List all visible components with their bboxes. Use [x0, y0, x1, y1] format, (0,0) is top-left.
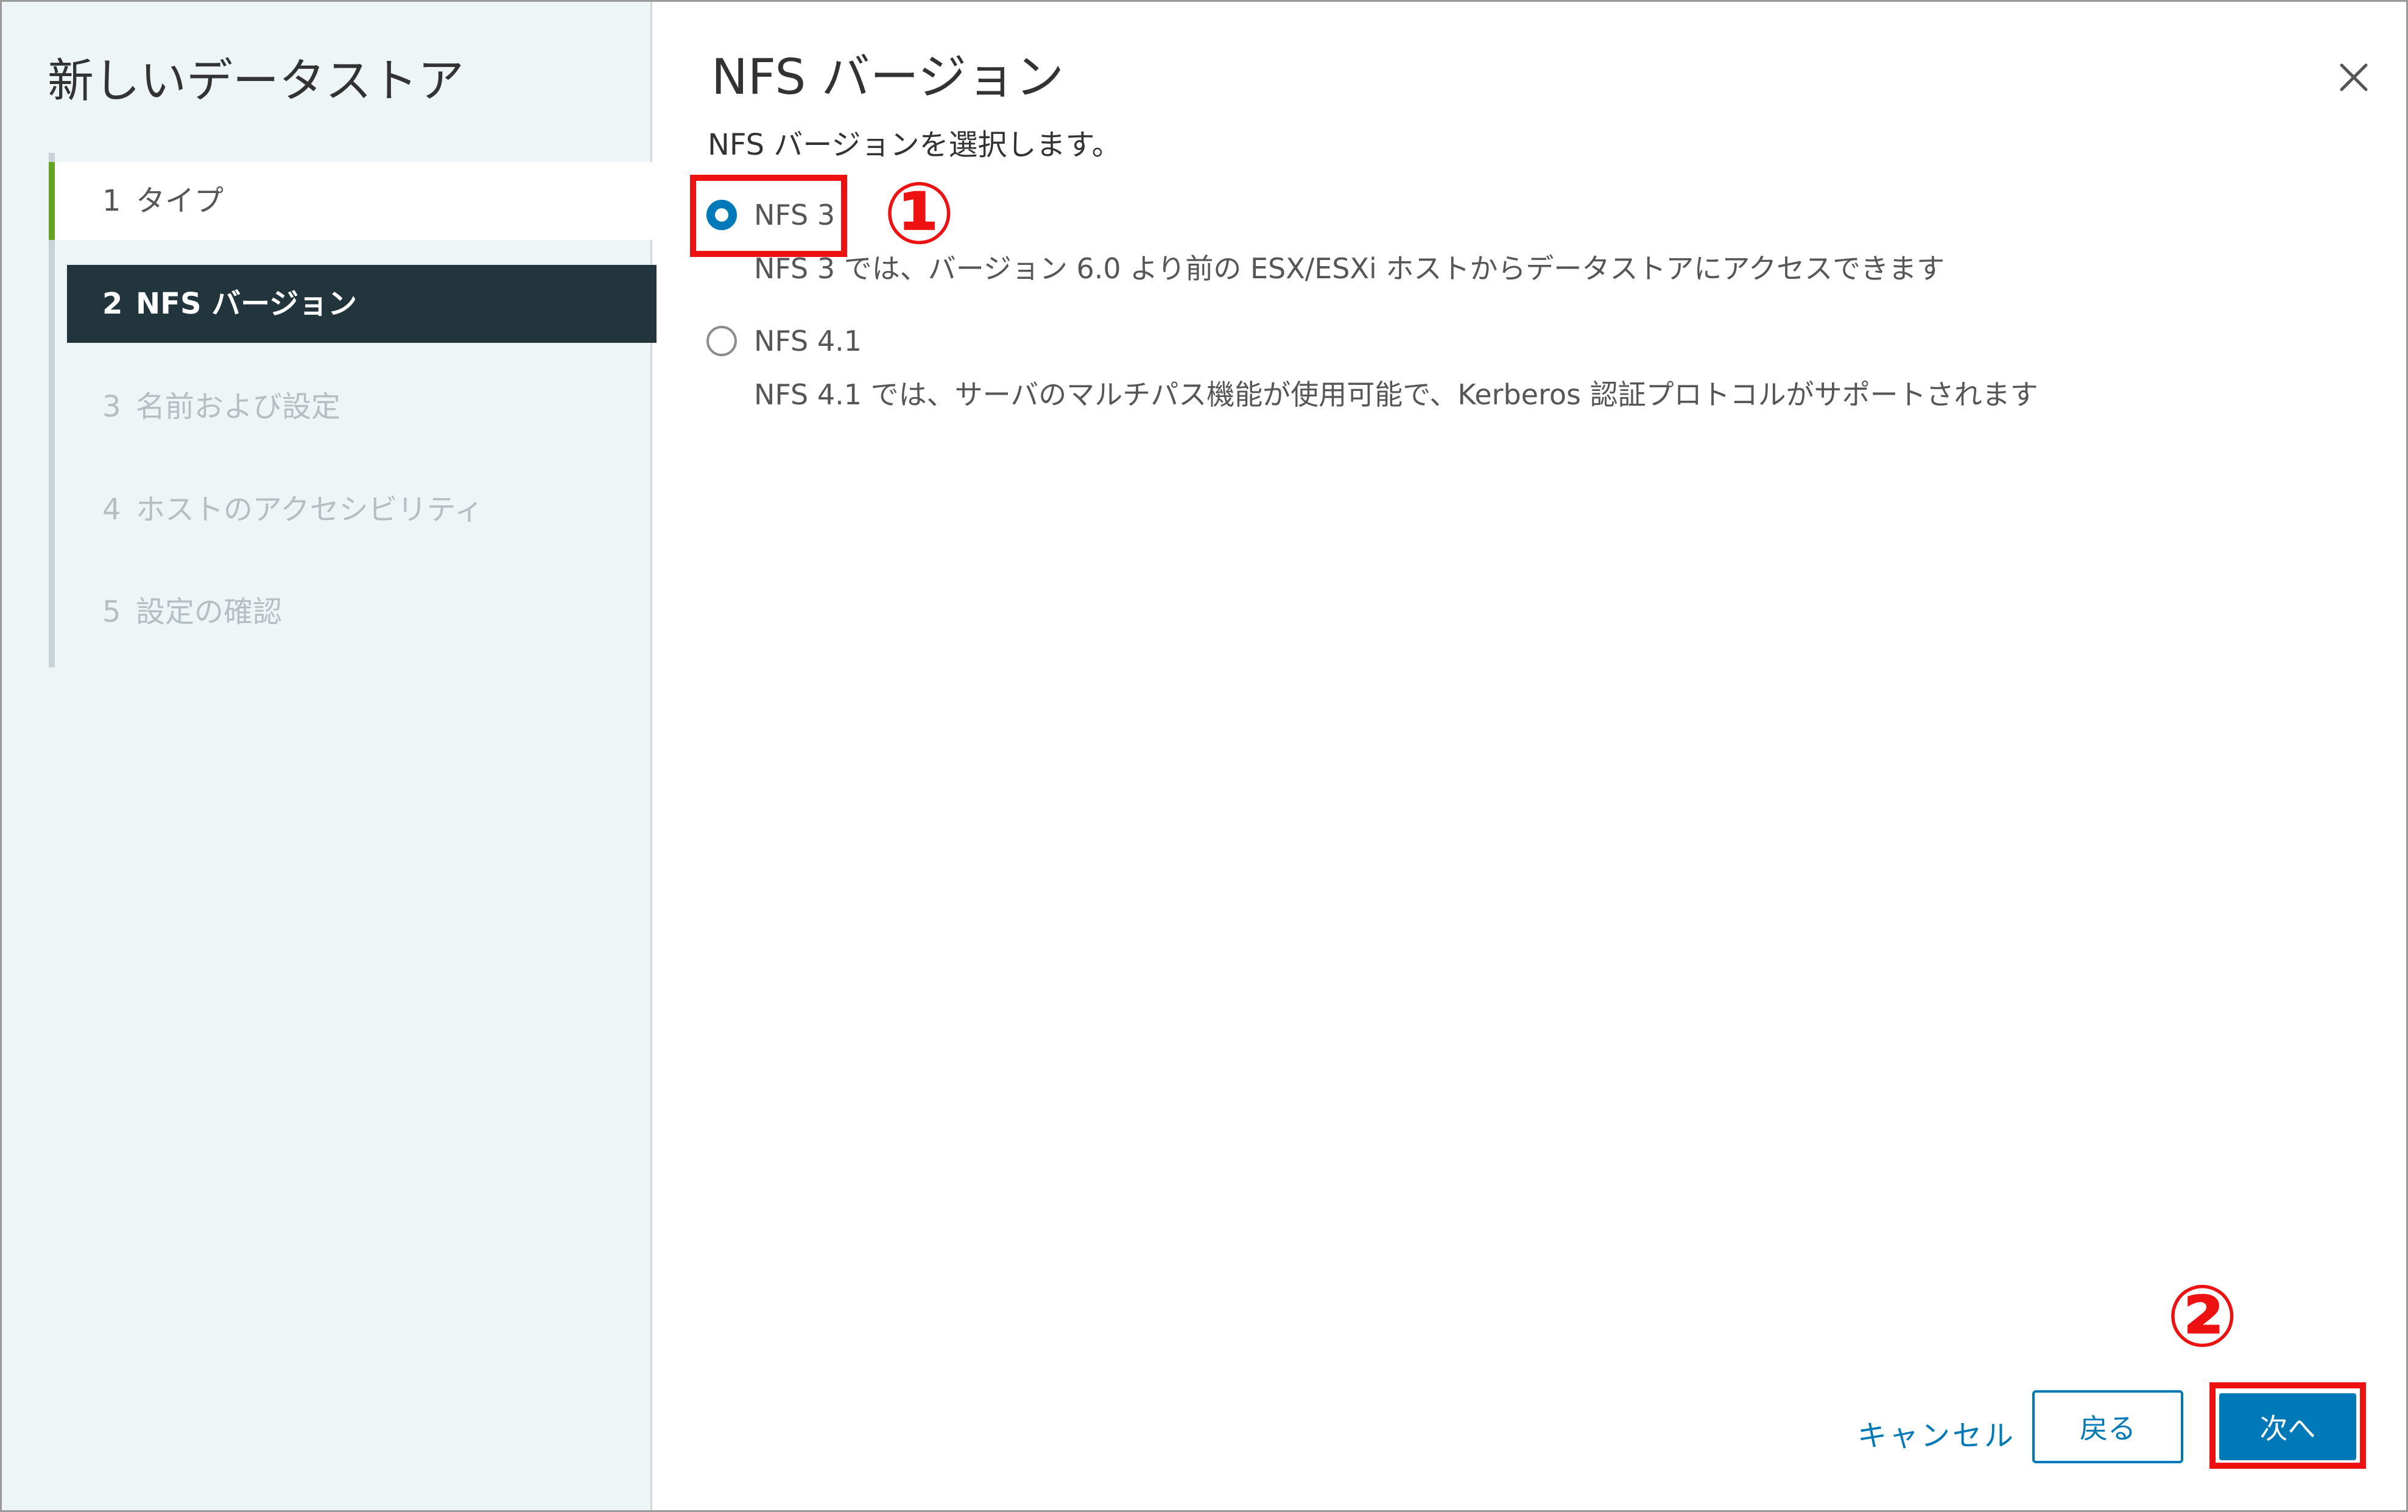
- wizard-step-name-settings: 3 名前および設定: [55, 368, 657, 446]
- step-number: 1: [102, 184, 121, 218]
- step-label: 設定の確認: [136, 595, 283, 629]
- back-button[interactable]: 戻る: [2032, 1390, 2183, 1463]
- wizard-step-review: 5 設定の確認: [55, 573, 657, 651]
- wizard-step-type[interactable]: 1 タイプ: [49, 162, 657, 240]
- step-label: タイプ: [136, 184, 224, 218]
- page-title: NFS バージョン: [711, 49, 1065, 105]
- step-label: ホストのアクセシビリティ: [136, 493, 484, 527]
- wizard-title: 新しいデータストア: [48, 54, 464, 108]
- step-number: 5: [102, 595, 121, 629]
- wizard-sidebar: 新しいデータストア 1 タイプ 2 NFS バージョン 3 名前および設定 4 ホストの…: [2, 2, 657, 1510]
- step-label: NFS バージョン: [136, 287, 357, 321]
- nfs41-option[interactable]: NFS 4.1: [706, 320, 862, 362]
- step-number: 3: [102, 390, 121, 424]
- step-label: 名前および設定: [136, 390, 341, 424]
- nfs41-radio[interactable]: [706, 326, 737, 356]
- close-icon[interactable]: [2336, 59, 2372, 96]
- step-number: 4: [102, 493, 121, 527]
- cancel-button[interactable]: キャンセル: [1857, 1412, 2016, 1454]
- next-button[interactable]: 次へ: [2219, 1393, 2356, 1460]
- wizard-step-nfs-version[interactable]: 2 NFS バージョン: [67, 265, 657, 343]
- wizard-step-host-accessibility: 4 ホストのアクセシビリティ: [55, 471, 657, 549]
- step-number: 2: [102, 287, 123, 321]
- page-subtitle: NFS バージョンを選択します。: [708, 128, 1121, 162]
- wizard-steps: 1 タイプ 2 NFS バージョン 3 名前および設定 4 ホストのアクセシビリティ 5…: [49, 153, 658, 667]
- nfs41-description: NFS 4.1 では、サーバのマルチパス機能が使用可能で、Kerberos 認証…: [754, 378, 2038, 411]
- nfs41-label: NFS 4.1: [754, 325, 862, 357]
- annotation-marker-1: ①: [883, 164, 956, 264]
- annotation-marker-2: ②: [2166, 1267, 2239, 1366]
- annotation-highlight-nfs3: [690, 175, 847, 257]
